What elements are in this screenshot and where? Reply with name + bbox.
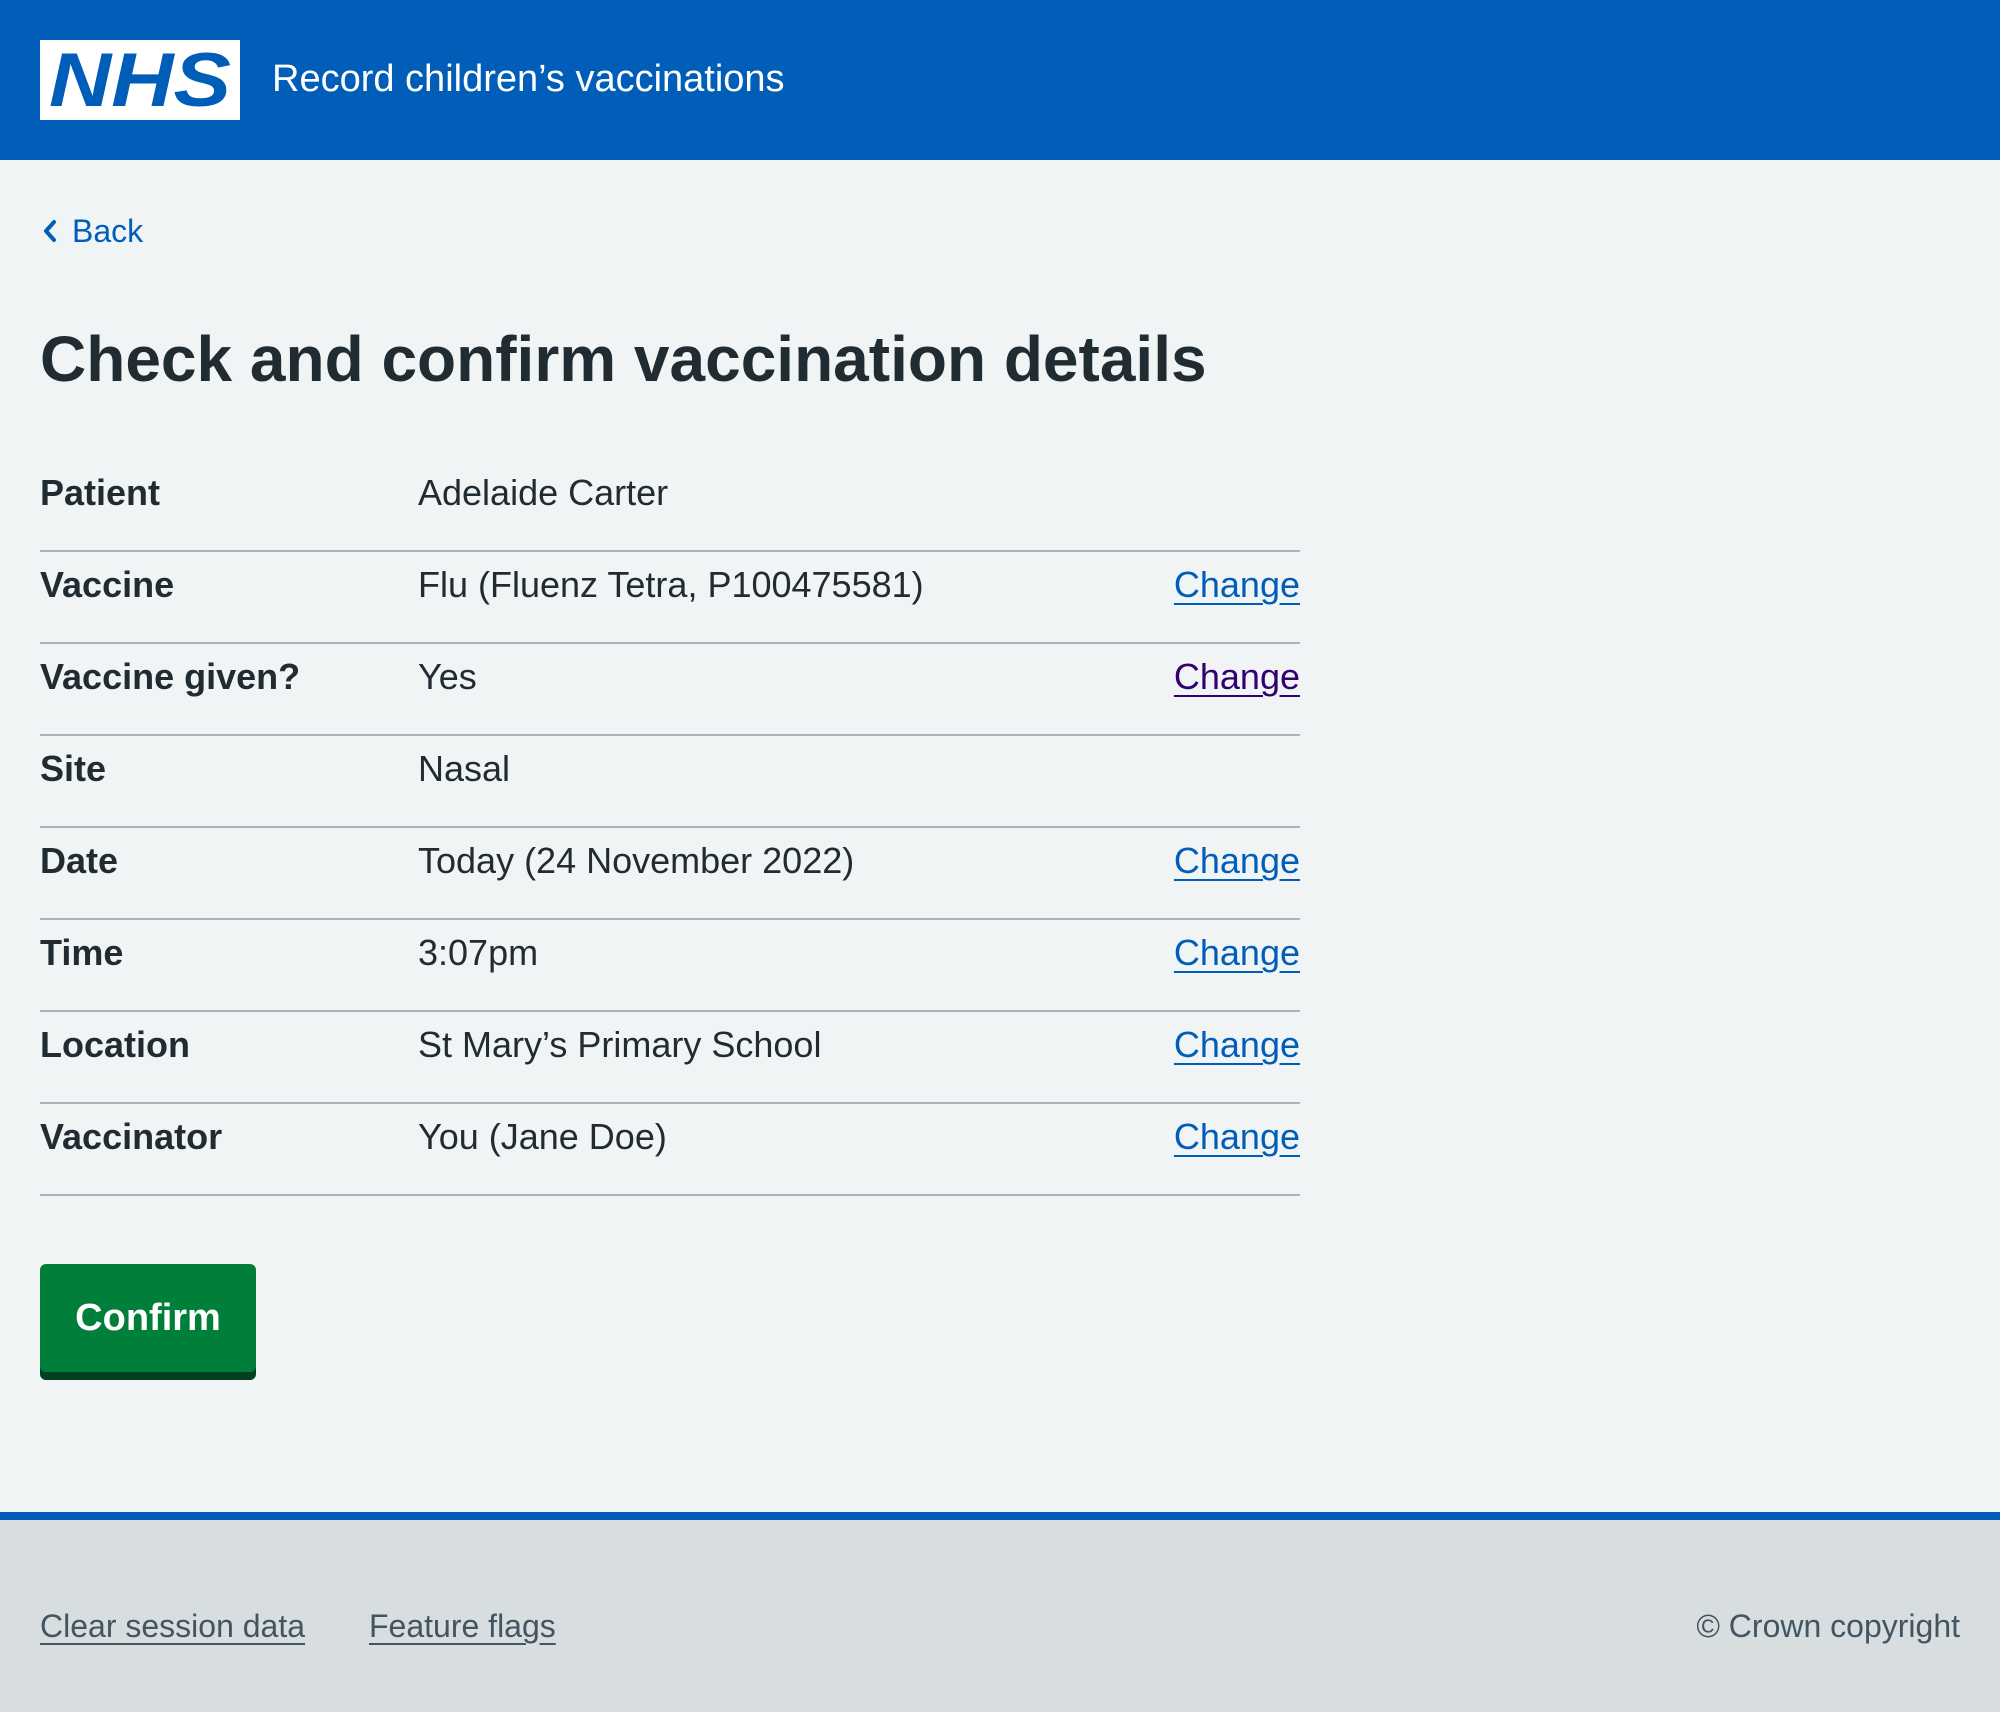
summary-key: Time: [40, 932, 124, 973]
svg-text:NHS: NHS: [49, 40, 231, 120]
clear-session-data-link[interactable]: Clear session data: [40, 1596, 305, 1656]
summary-row-date: Date Today (24 November 2022) Change: [40, 828, 1300, 920]
nhs-logo[interactable]: NHS: [40, 40, 240, 120]
summary-row-location: Location St Mary’s Primary School Change: [40, 1012, 1300, 1104]
summary-row-time: Time 3:07pm Change: [40, 920, 1300, 1012]
change-location-link[interactable]: Change: [1174, 1012, 1300, 1078]
summary-value: You (Jane Doe): [418, 1116, 667, 1157]
summary-value: Adelaide Carter: [418, 472, 669, 513]
site-footer: Clear session data Feature flags © Crown…: [0, 1512, 2000, 1712]
summary-value: Yes: [418, 656, 477, 697]
summary-row-patient: Patient Adelaide Carter: [40, 460, 1300, 552]
change-vaccine-given-link[interactable]: Change: [1174, 644, 1300, 710]
summary-key: Site: [40, 748, 107, 789]
summary-key: Vaccinator: [40, 1116, 223, 1157]
chevron-left-icon: [44, 220, 56, 242]
summary-key: Location: [40, 1024, 190, 1065]
summary-list: Patient Adelaide Carter Vaccine Flu (Flu…: [40, 460, 1300, 1196]
summary-row-site: Site Nasal: [40, 736, 1300, 828]
summary-row-vaccinator: Vaccinator You (Jane Doe) Change: [40, 1104, 1300, 1196]
summary-row-vaccine-given: Vaccine given? Yes Change: [40, 644, 1300, 736]
page-title: Check and confirm vaccination details: [40, 323, 1207, 395]
feature-flags-link[interactable]: Feature flags: [369, 1596, 556, 1656]
summary-key: Date: [40, 840, 119, 881]
nhs-logo-icon: NHS: [40, 40, 240, 120]
summary-value: St Mary’s Primary School: [418, 1024, 822, 1065]
summary-value: Nasal: [418, 748, 511, 789]
service-name-link[interactable]: Record children’s vaccinations: [272, 52, 785, 106]
back-link-label: Back: [72, 212, 144, 249]
summary-value: Flu (Fluenz Tetra, P100475581): [418, 564, 924, 605]
summary-key: Patient: [40, 472, 161, 513]
change-vaccine-link[interactable]: Change: [1174, 552, 1300, 618]
summary-value: 3:07pm: [418, 932, 539, 973]
site-header: NHS Record children’s vaccinations: [0, 0, 2000, 160]
confirm-button[interactable]: Confirm: [40, 1264, 256, 1372]
copyright-text: © Crown copyright: [1696, 1608, 1960, 1644]
back-link[interactable]: Back: [40, 210, 143, 252]
change-time-link[interactable]: Change: [1174, 920, 1300, 986]
summary-key: Vaccine: [40, 564, 175, 605]
change-date-link[interactable]: Change: [1174, 828, 1300, 894]
change-vaccinator-link[interactable]: Change: [1174, 1104, 1300, 1170]
summary-value: Today (24 November 2022): [418, 840, 855, 881]
summary-row-vaccine: Vaccine Flu (Fluenz Tetra, P100475581) C…: [40, 552, 1300, 644]
summary-key: Vaccine given?: [40, 656, 301, 697]
